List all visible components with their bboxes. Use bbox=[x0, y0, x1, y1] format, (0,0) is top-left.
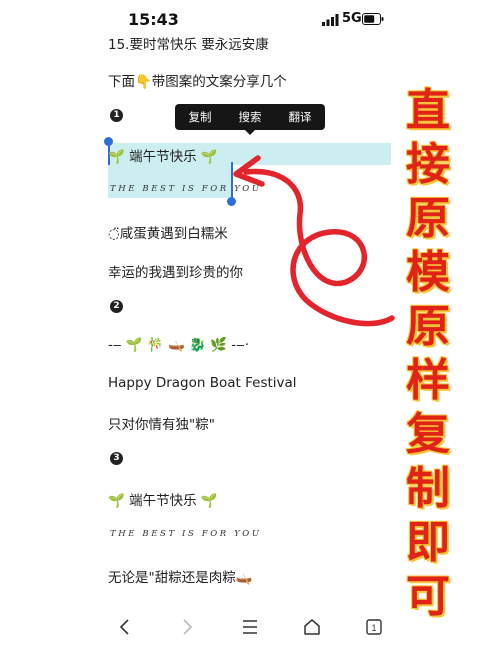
overlay-char: 原 bbox=[406, 193, 450, 244]
selection-end-handle[interactable] bbox=[227, 197, 236, 206]
chevron-left-icon bbox=[119, 619, 129, 635]
text-line: 下面👇带图案的文案分享几个 bbox=[108, 74, 287, 90]
copy-menu-item[interactable]: 复制 bbox=[175, 104, 225, 130]
text-line: Happy Dragon Boat Festival bbox=[108, 375, 297, 391]
context-menu: 复制 搜索 翻译 bbox=[175, 104, 325, 130]
search-menu-item[interactable]: 搜索 bbox=[225, 104, 275, 130]
context-menu-pointer bbox=[244, 129, 256, 135]
translate-menu-item[interactable]: 翻译 bbox=[275, 104, 325, 130]
overlay-char: 复 bbox=[406, 409, 450, 460]
text-line: 幸运的我遇到珍贵的你 bbox=[108, 265, 243, 281]
menu-icon bbox=[243, 620, 257, 634]
selected-fancy-line: THE BEST IS FOR YOU bbox=[110, 184, 262, 194]
tab-count: 1 bbox=[371, 623, 376, 633]
overlay-char: 直 bbox=[406, 85, 450, 136]
text-line: 无论是"甜粽还是肉粽🛶 bbox=[108, 570, 253, 586]
tabs-button[interactable]: 1 bbox=[359, 612, 389, 642]
text-line: ◌̈咸蛋黄遇到白糯米 bbox=[108, 226, 228, 242]
text-line: 15.要时常快乐 要永远安康 bbox=[108, 37, 269, 53]
overlay-char: 原 bbox=[406, 301, 450, 352]
chevron-right-icon bbox=[183, 619, 193, 635]
overlay-char: 制 bbox=[406, 463, 450, 514]
overlay-char: 样 bbox=[406, 355, 450, 406]
forward-button[interactable] bbox=[172, 612, 202, 642]
text-line: 🌱 端午节快乐 🌱 bbox=[108, 493, 218, 509]
home-button[interactable] bbox=[297, 612, 327, 642]
overlay-char: 即 bbox=[406, 517, 450, 568]
number-badge: 1 bbox=[110, 109, 123, 122]
menu-button[interactable] bbox=[235, 612, 265, 642]
emoji-line: -‒ 🌱 🎋 🛶 🐉 🌿 -‒· bbox=[108, 337, 250, 353]
back-button[interactable] bbox=[110, 612, 140, 642]
text-line: 只对你情有独"粽" bbox=[108, 417, 215, 433]
number-badge: 3 bbox=[110, 452, 123, 465]
overlay-caption: 直 接 原 模 原 样 复 制 即 可 bbox=[398, 84, 458, 624]
home-icon bbox=[304, 619, 320, 635]
tabs-icon: 1 bbox=[366, 619, 382, 635]
overlay-char: 接 bbox=[406, 139, 450, 190]
selected-title-line: 🌱 端午节快乐 🌱 bbox=[108, 149, 218, 165]
fancy-line: THE BEST IS FOR YOU bbox=[110, 529, 262, 539]
bottom-nav-bar: 1 bbox=[0, 606, 500, 648]
number-badge: 2 bbox=[110, 300, 123, 313]
overlay-char: 模 bbox=[406, 247, 450, 298]
